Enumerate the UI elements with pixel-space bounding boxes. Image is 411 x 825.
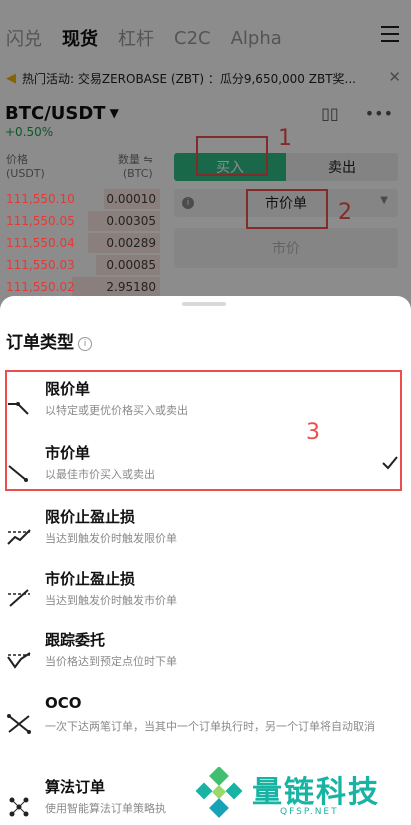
option-name: 跟踪委托 (45, 631, 106, 649)
option-name: OCO (45, 694, 82, 712)
watermark: 量链科技 QFSP.NET (192, 767, 406, 823)
option-stop-market[interactable]: 市价止盈止损 当达到触发价时触发市价单 (0, 568, 411, 628)
trailing-stop-icon (7, 652, 31, 669)
watermark-logo-icon (195, 767, 243, 818)
ask-price: 111,550.10 (6, 192, 75, 206)
watermark-text: 量链科技 (252, 775, 380, 810)
annotation-box-3 (5, 370, 402, 491)
option-name: 市价止盈止损 (45, 570, 136, 588)
sheet-title: 订单类型 i (6, 328, 92, 353)
option-desc: 一次下达两笔订单，当其中一个订单执行时，另一个订单将自动取消 (45, 720, 375, 733)
sheet-drag-handle[interactable] (182, 302, 226, 306)
option-trailing-stop[interactable]: 跟踪委托 当价格达到预定点位时下单 (0, 629, 411, 689)
order-type-sheet: 订单类型 i 限价单 以特定或更优价格买入或卖出 市价单 以最佳市价买入或卖出 限… (0, 296, 411, 825)
option-name: 算法订单 (45, 778, 106, 796)
ask-quantity: 0.00289 (106, 236, 156, 250)
option-desc: 当达到触发价时触发限价单 (45, 532, 177, 545)
ask-quantity: 0.00085 (106, 258, 156, 272)
option-desc: 当达到触发价时触发市价单 (45, 594, 177, 607)
stop-market-icon (8, 589, 30, 607)
option-stop-limit[interactable]: 限价止盈止损 当达到触发价时触发限价单 (0, 506, 411, 566)
stop-limit-icon (7, 529, 31, 545)
ask-quantity: 2.95180 (106, 280, 156, 294)
oco-icon (7, 714, 31, 734)
annotation-label-3: 3 (306, 420, 320, 445)
ask-price: 111,550.02 (6, 280, 75, 294)
option-desc: 当价格达到预定点位时下单 (45, 655, 177, 668)
option-oco[interactable]: OCO 一次下达两笔订单，当其中一个订单执行时，另一个订单将自动取消 (0, 694, 411, 756)
ask-price: 111,550.05 (6, 214, 75, 228)
ask-quantity: 0.00010 (106, 192, 156, 206)
watermark-subtext: QFSP.NET (280, 807, 339, 817)
info-icon[interactable]: i (78, 337, 92, 351)
algo-order-icon (9, 797, 29, 817)
ask-quantity: 0.00305 (106, 214, 156, 228)
ask-price: 111,550.03 (6, 258, 75, 272)
ask-price: 111,550.04 (6, 236, 75, 250)
option-name: 限价止盈止损 (45, 508, 136, 526)
